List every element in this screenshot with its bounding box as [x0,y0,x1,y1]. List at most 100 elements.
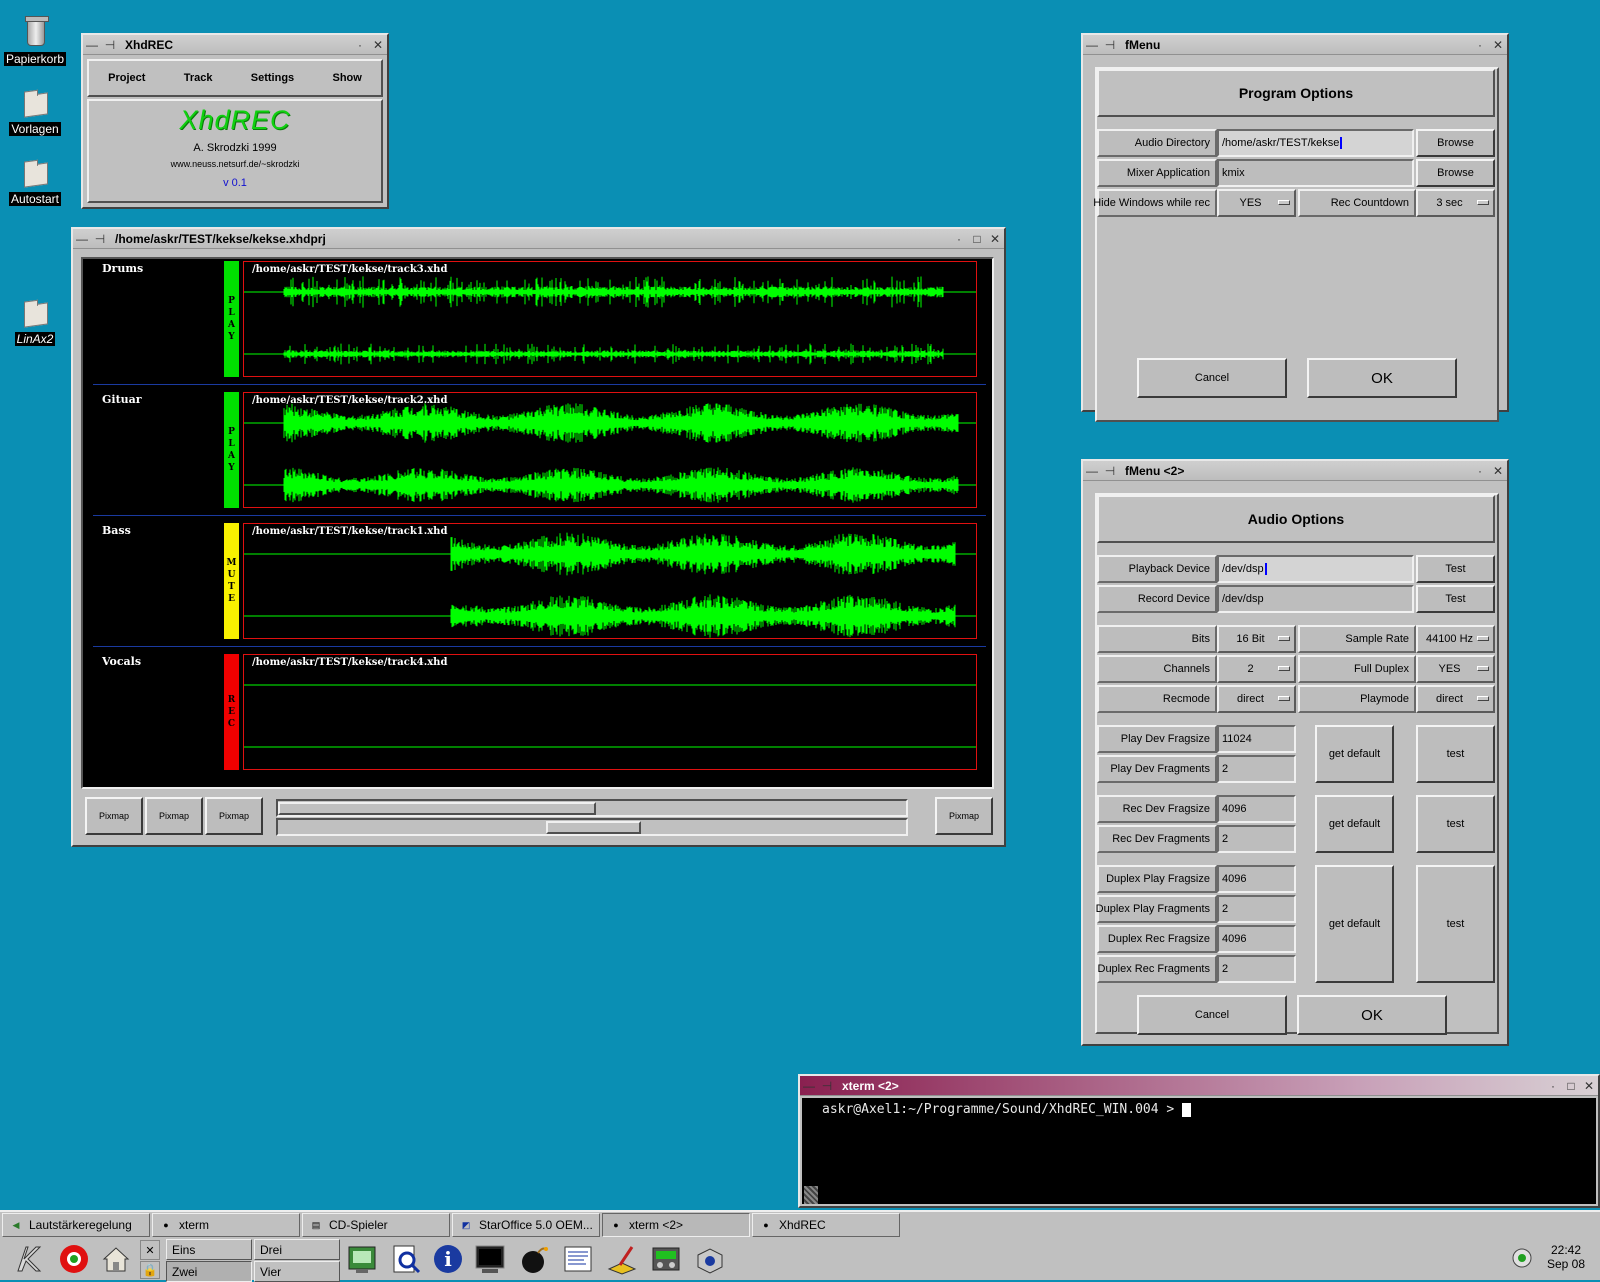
menu-show[interactable]: Show [332,72,361,84]
play-dev-fragsize-field[interactable]: 11024 [1217,725,1296,753]
menu-icon[interactable]: — [802,1079,816,1093]
network-icon[interactable] [692,1241,728,1277]
play-get-default-button[interactable]: get default [1315,725,1394,783]
menu-icon[interactable]: — [85,38,99,52]
close-panel-icon[interactable]: ✕ [140,1240,160,1260]
track-drums[interactable]: Drums PLAY /home/askr/TEST/kekse/track3.… [93,259,986,385]
task-cd-spieler[interactable]: ▤ CD-Spieler [302,1213,450,1237]
menu-icon[interactable]: — [75,232,89,246]
duplex-get-default-button[interactable]: get default [1315,865,1394,983]
task-lautstaerkeregelung[interactable]: ◀ Lautstärkeregelung [2,1213,150,1237]
full-duplex-select[interactable]: YES [1416,655,1495,683]
menu-settings[interactable]: Settings [251,72,294,84]
terminal-icon[interactable] [472,1241,508,1277]
bomb-icon[interactable] [516,1241,552,1277]
task-xhdrec[interactable]: ● XhdREC [752,1213,900,1237]
kde-menu-icon[interactable] [12,1241,48,1277]
maximize-icon[interactable]: □ [970,232,984,246]
control-center-icon[interactable] [344,1241,380,1277]
minimize-icon[interactable]: · [1546,1079,1560,1093]
close-icon[interactable]: ✕ [1491,464,1505,478]
desktop-zwei[interactable]: Zwei [166,1261,252,1282]
desktop-icon-trash[interactable]: Papierkorb [0,16,70,66]
waveform[interactable]: /home/askr/TEST/kekse/track4.xhd [243,654,977,770]
tray-status-icon[interactable] [1508,1240,1536,1276]
title-bar[interactable]: — ⊣ fMenu · ✕ [1083,35,1507,55]
recmode-select[interactable]: direct [1217,685,1296,713]
rec-dev-fragsize-field[interactable]: 4096 [1217,795,1296,823]
terminal-area[interactable]: askr@Axel1:~/Programme/Sound/XhdREC_WIN.… [802,1098,1596,1204]
menu-project[interactable]: Project [108,72,145,84]
pin-icon[interactable]: ⊣ [1103,38,1117,52]
desktop-eins[interactable]: Eins [166,1239,252,1260]
track-state-play[interactable]: PLAY [224,392,239,508]
lock-icon[interactable]: 🔒 [140,1261,160,1279]
test-record-button[interactable]: Test [1416,585,1495,613]
waveform[interactable]: /home/askr/TEST/kekse/track2.xhd [243,392,977,508]
resize-grip-icon[interactable] [804,1186,818,1204]
desktop-icon-vorlagen[interactable]: Vorlagen [0,86,70,136]
paint-icon[interactable] [604,1241,640,1277]
pin-icon[interactable]: ⊣ [103,38,117,52]
play-test-button[interactable]: test [1416,725,1495,783]
title-bar[interactable]: — ⊣ xterm <2> · □ ✕ [800,1076,1598,1096]
desktop-icon-autostart[interactable]: Autostart [0,156,70,206]
clock[interactable]: 22:42 Sep 08 [1536,1240,1596,1276]
audio-directory-field[interactable]: /home/askr/TEST/kekse [1217,129,1414,157]
pixmap-button-3[interactable]: Pixmap [205,797,263,835]
title-bar[interactable]: — ⊣ /home/askr/TEST/kekse/kekse.xhdprj ·… [73,229,1004,249]
bits-select[interactable]: 16 Bit [1217,625,1296,653]
title-bar[interactable]: — ⊣ XhdREC · ✕ [83,35,387,55]
minimize-icon[interactable]: · [952,232,966,246]
menu-icon[interactable]: — [1085,464,1099,478]
channels-select[interactable]: 2 [1217,655,1296,683]
test-playback-button[interactable]: Test [1416,555,1495,583]
cancel-button[interactable]: Cancel [1137,358,1287,398]
rec-dev-fragments-field[interactable]: 2 [1217,825,1296,853]
duplex-play-fragments-field[interactable]: 2 [1217,895,1296,923]
zoom-scrollbar[interactable] [276,818,908,836]
scroll-thumb[interactable] [278,802,596,815]
pin-icon[interactable]: ⊣ [1103,464,1117,478]
rec-test-button[interactable]: test [1416,795,1495,853]
task-xterm-2[interactable]: ● xterm <2> [602,1213,750,1237]
close-icon[interactable]: ✕ [1582,1079,1596,1093]
track-state-rec[interactable]: REC [224,654,239,770]
close-icon[interactable]: ✕ [1491,38,1505,52]
play-dev-fragments-field[interactable]: 2 [1217,755,1296,783]
info-icon[interactable]: i [430,1241,466,1277]
cancel-button[interactable]: Cancel [1137,995,1287,1035]
ok-button[interactable]: OK [1297,995,1447,1035]
track-state-mute[interactable]: MUTE [224,523,239,639]
task-staroffice[interactable]: ◩ StarOffice 5.0 OEM... [452,1213,600,1237]
close-icon[interactable]: ✕ [988,232,1002,246]
text-editor-icon[interactable] [560,1241,596,1277]
waveform[interactable]: /home/askr/TEST/kekse/track3.xhd [243,261,977,377]
mixer-application-field[interactable]: kmix [1217,159,1414,187]
track-gituar[interactable]: Gituar PLAY /home/askr/TEST/kekse/track2… [93,390,986,516]
playmode-select[interactable]: direct [1416,685,1495,713]
rec-countdown-select[interactable]: 3 sec [1416,189,1495,217]
pixmap-button-1[interactable]: Pixmap [85,797,143,835]
find-files-icon[interactable] [388,1241,424,1277]
ok-button[interactable]: OK [1307,358,1457,398]
record-device-field[interactable]: /dev/dsp [1217,585,1414,613]
pixmap-button-2[interactable]: Pixmap [145,797,203,835]
zoom-thumb[interactable] [546,821,641,834]
menu-icon[interactable]: — [1085,38,1099,52]
pin-icon[interactable]: ⊣ [820,1079,834,1093]
helper-icon[interactable] [56,1241,92,1277]
track-bass[interactable]: Bass MUTE /home/askr/TEST/kekse/track1.x… [93,521,986,647]
hide-windows-select[interactable]: YES [1217,189,1296,217]
task-xterm[interactable]: ● xterm [152,1213,300,1237]
playback-device-field[interactable]: /dev/dsp [1217,555,1414,583]
duplex-rec-fragments-field[interactable]: 2 [1217,955,1296,983]
minimize-icon[interactable]: · [353,38,367,52]
sample-rate-select[interactable]: 44100 Hz [1416,625,1495,653]
browse-mixer-button[interactable]: Browse [1416,159,1495,187]
waveform[interactable]: /home/askr/TEST/kekse/track1.xhd [243,523,977,639]
mixer-icon[interactable] [648,1241,684,1277]
pixmap-button-4[interactable]: Pixmap [935,797,993,835]
pin-icon[interactable]: ⊣ [93,232,107,246]
browse-audio-button[interactable]: Browse [1416,129,1495,157]
